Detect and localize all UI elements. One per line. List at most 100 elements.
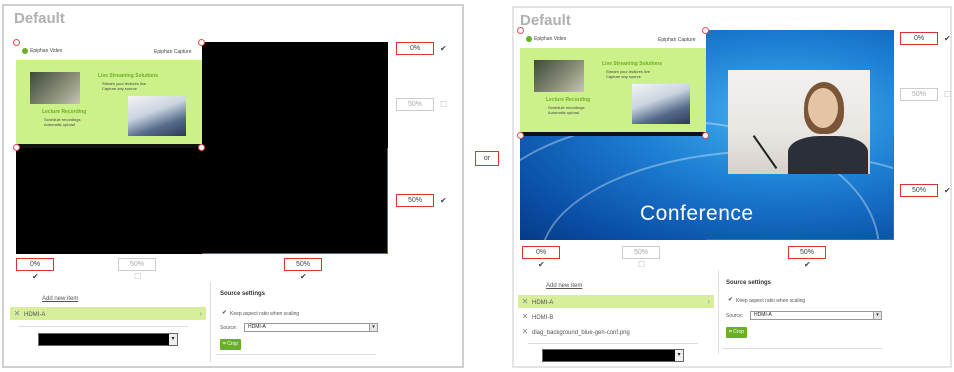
checkbox-icon[interactable]: ✔	[440, 45, 447, 53]
middle-offset-input[interactable]: 50%	[118, 258, 156, 271]
add-new-item-link[interactable]: Add new item	[546, 283, 582, 289]
divider	[210, 282, 211, 362]
checkbox-icon[interactable]: ✔	[944, 35, 951, 43]
remove-x-icon[interactable]: ✕	[518, 310, 532, 323]
brand-logo-icon	[526, 36, 532, 42]
slide-bullet: Automatic upload	[548, 110, 579, 115]
divider	[216, 354, 376, 355]
slide-heading-2: Lecture Recording	[546, 97, 591, 103]
left-offset-input[interactable]: 0%	[522, 246, 560, 259]
resize-handle[interactable]	[198, 144, 205, 151]
list-item[interactable]: ✕ HDMI-B	[518, 310, 714, 323]
checkbox-icon[interactable]: ✔	[728, 297, 735, 304]
resize-handle[interactable]	[198, 39, 205, 46]
add-new-item-link[interactable]: Add new item	[42, 296, 78, 302]
slide-footer-bar	[16, 144, 202, 148]
bottom-offset-input[interactable]: 50%	[900, 184, 938, 197]
hdmi-b-source-preview[interactable]	[728, 70, 870, 174]
dropdown-arrow-icon: ▾	[169, 334, 177, 345]
layout-title: Default	[520, 12, 571, 29]
checkbox-icon[interactable]: ☐	[638, 261, 645, 269]
list-item-label: HDMI-A	[532, 300, 554, 306]
divider	[722, 348, 882, 349]
resize-handle[interactable]	[702, 132, 709, 139]
center-offset-input[interactable]: 50%	[396, 98, 434, 111]
left-offset-input[interactable]: 0%	[16, 258, 54, 271]
resize-handle[interactable]	[702, 27, 709, 34]
resize-handle[interactable]	[517, 27, 524, 34]
slide-photo-teacher	[534, 60, 584, 92]
canvas-empty-region	[202, 42, 388, 254]
checkbox-icon[interactable]: ☐	[944, 91, 951, 99]
background-color-select[interactable]: ▾	[38, 333, 178, 346]
source-select-value: HDMI-A	[248, 324, 266, 330]
resize-handle[interactable]	[13, 39, 20, 46]
checkbox-icon[interactable]: ✔	[538, 261, 545, 269]
checkbox-icon[interactable]: ☐	[440, 101, 447, 109]
crop-button[interactable]: ⌗ Crop	[220, 339, 242, 350]
background-color-select[interactable]: ▾	[542, 349, 684, 362]
list-item[interactable]: ✕ dlag_background_blue-gen-conf.png	[518, 325, 714, 338]
checkbox-icon[interactable]: ✔	[944, 187, 951, 195]
top-offset-input[interactable]: 0%	[900, 32, 938, 45]
slide-brand: Epiphan Video	[30, 48, 63, 54]
keep-aspect-label: Keep aspect ratio when scaling	[736, 298, 806, 304]
crop-label: Crop	[227, 341, 239, 347]
chevron-right-icon: ›	[707, 297, 710, 306]
canvas-empty-region	[16, 148, 202, 254]
speaker-face	[808, 88, 838, 128]
slide-photo-students	[128, 96, 186, 136]
source-select-value: HDMI-A	[754, 312, 772, 318]
checkbox-icon[interactable]: ✔	[804, 261, 811, 269]
layout-title: Default	[14, 10, 65, 27]
source-select[interactable]: HDMI-A ▾	[750, 311, 882, 320]
center-offset-input[interactable]: 50%	[900, 88, 938, 101]
source-label: Source:	[726, 313, 744, 319]
source-label: Source:	[220, 325, 238, 331]
layout-canvas[interactable]: Epiphan Video Epiphan Capture Live Strea…	[13, 39, 388, 254]
middle-offset-input[interactable]: 50%	[622, 246, 660, 259]
source-settings-title: Source settings	[726, 280, 772, 286]
slide-brand: Epiphan Video	[534, 36, 567, 42]
top-offset-input[interactable]: 0%	[396, 42, 434, 55]
brand-logo-icon	[22, 48, 28, 54]
checkbox-icon[interactable]: ✔	[222, 310, 229, 317]
resize-handle[interactable]	[517, 132, 524, 139]
bottom-offset-input[interactable]: 50%	[396, 194, 434, 207]
source-select[interactable]: HDMI-A ▾	[244, 323, 378, 332]
slide-bullet: Capture any source	[606, 74, 641, 79]
slide-capture-logo: Epiphan Capture	[658, 37, 696, 43]
layout-editor-panel-left: Default Epiphan Video Epiphan Capture Li…	[2, 4, 464, 368]
microphone	[752, 135, 778, 169]
right-offset-input[interactable]: 50%	[284, 258, 322, 271]
slide-heading-2: Lecture Recording	[42, 109, 87, 115]
hdmi-a-source-preview[interactable]: Epiphan Video Epiphan Capture Live Strea…	[16, 42, 202, 148]
checkbox-icon[interactable]: ✔	[300, 273, 307, 281]
checkbox-icon[interactable]: ✔	[32, 273, 39, 281]
slide-bullet: Capture any source	[102, 86, 137, 91]
divider	[718, 270, 719, 354]
right-offset-input[interactable]: 50%	[788, 246, 826, 259]
crop-button[interactable]: ⌗ Crop	[726, 327, 748, 338]
checkbox-icon[interactable]: ☐	[134, 273, 141, 281]
conference-text: Conference	[640, 202, 754, 225]
remove-x-icon[interactable]: ✕	[10, 307, 24, 320]
list-item-label: HDMI-A	[24, 312, 46, 318]
dropdown-arrow-icon: ▾	[675, 350, 683, 361]
keep-aspect-label: Keep aspect ratio when scaling	[230, 311, 300, 317]
resize-handle[interactable]	[13, 144, 20, 151]
or-separator: or	[475, 151, 499, 166]
list-item-label: dlag_background_blue-gen-conf.png	[532, 330, 630, 336]
list-item[interactable]: ✕ HDMI-A ›	[518, 295, 714, 308]
hdmi-a-source-preview[interactable]: Epiphan Video Epiphan Capture Live Strea…	[520, 30, 706, 136]
slide-heading-1: Live Streaming Solutions	[602, 61, 663, 67]
remove-x-icon[interactable]: ✕	[518, 325, 532, 338]
checkbox-icon[interactable]: ✔	[440, 197, 447, 205]
crop-label: Crop	[733, 329, 745, 335]
remove-x-icon[interactable]: ✕	[518, 295, 532, 308]
dropdown-arrow-icon: ▾	[873, 312, 881, 319]
slide-bullet: Automatic upload	[44, 122, 75, 127]
dropdown-arrow-icon: ▾	[369, 324, 377, 331]
slide-footer-bar	[520, 132, 706, 136]
list-item[interactable]: ✕ HDMI-A ›	[10, 307, 206, 320]
